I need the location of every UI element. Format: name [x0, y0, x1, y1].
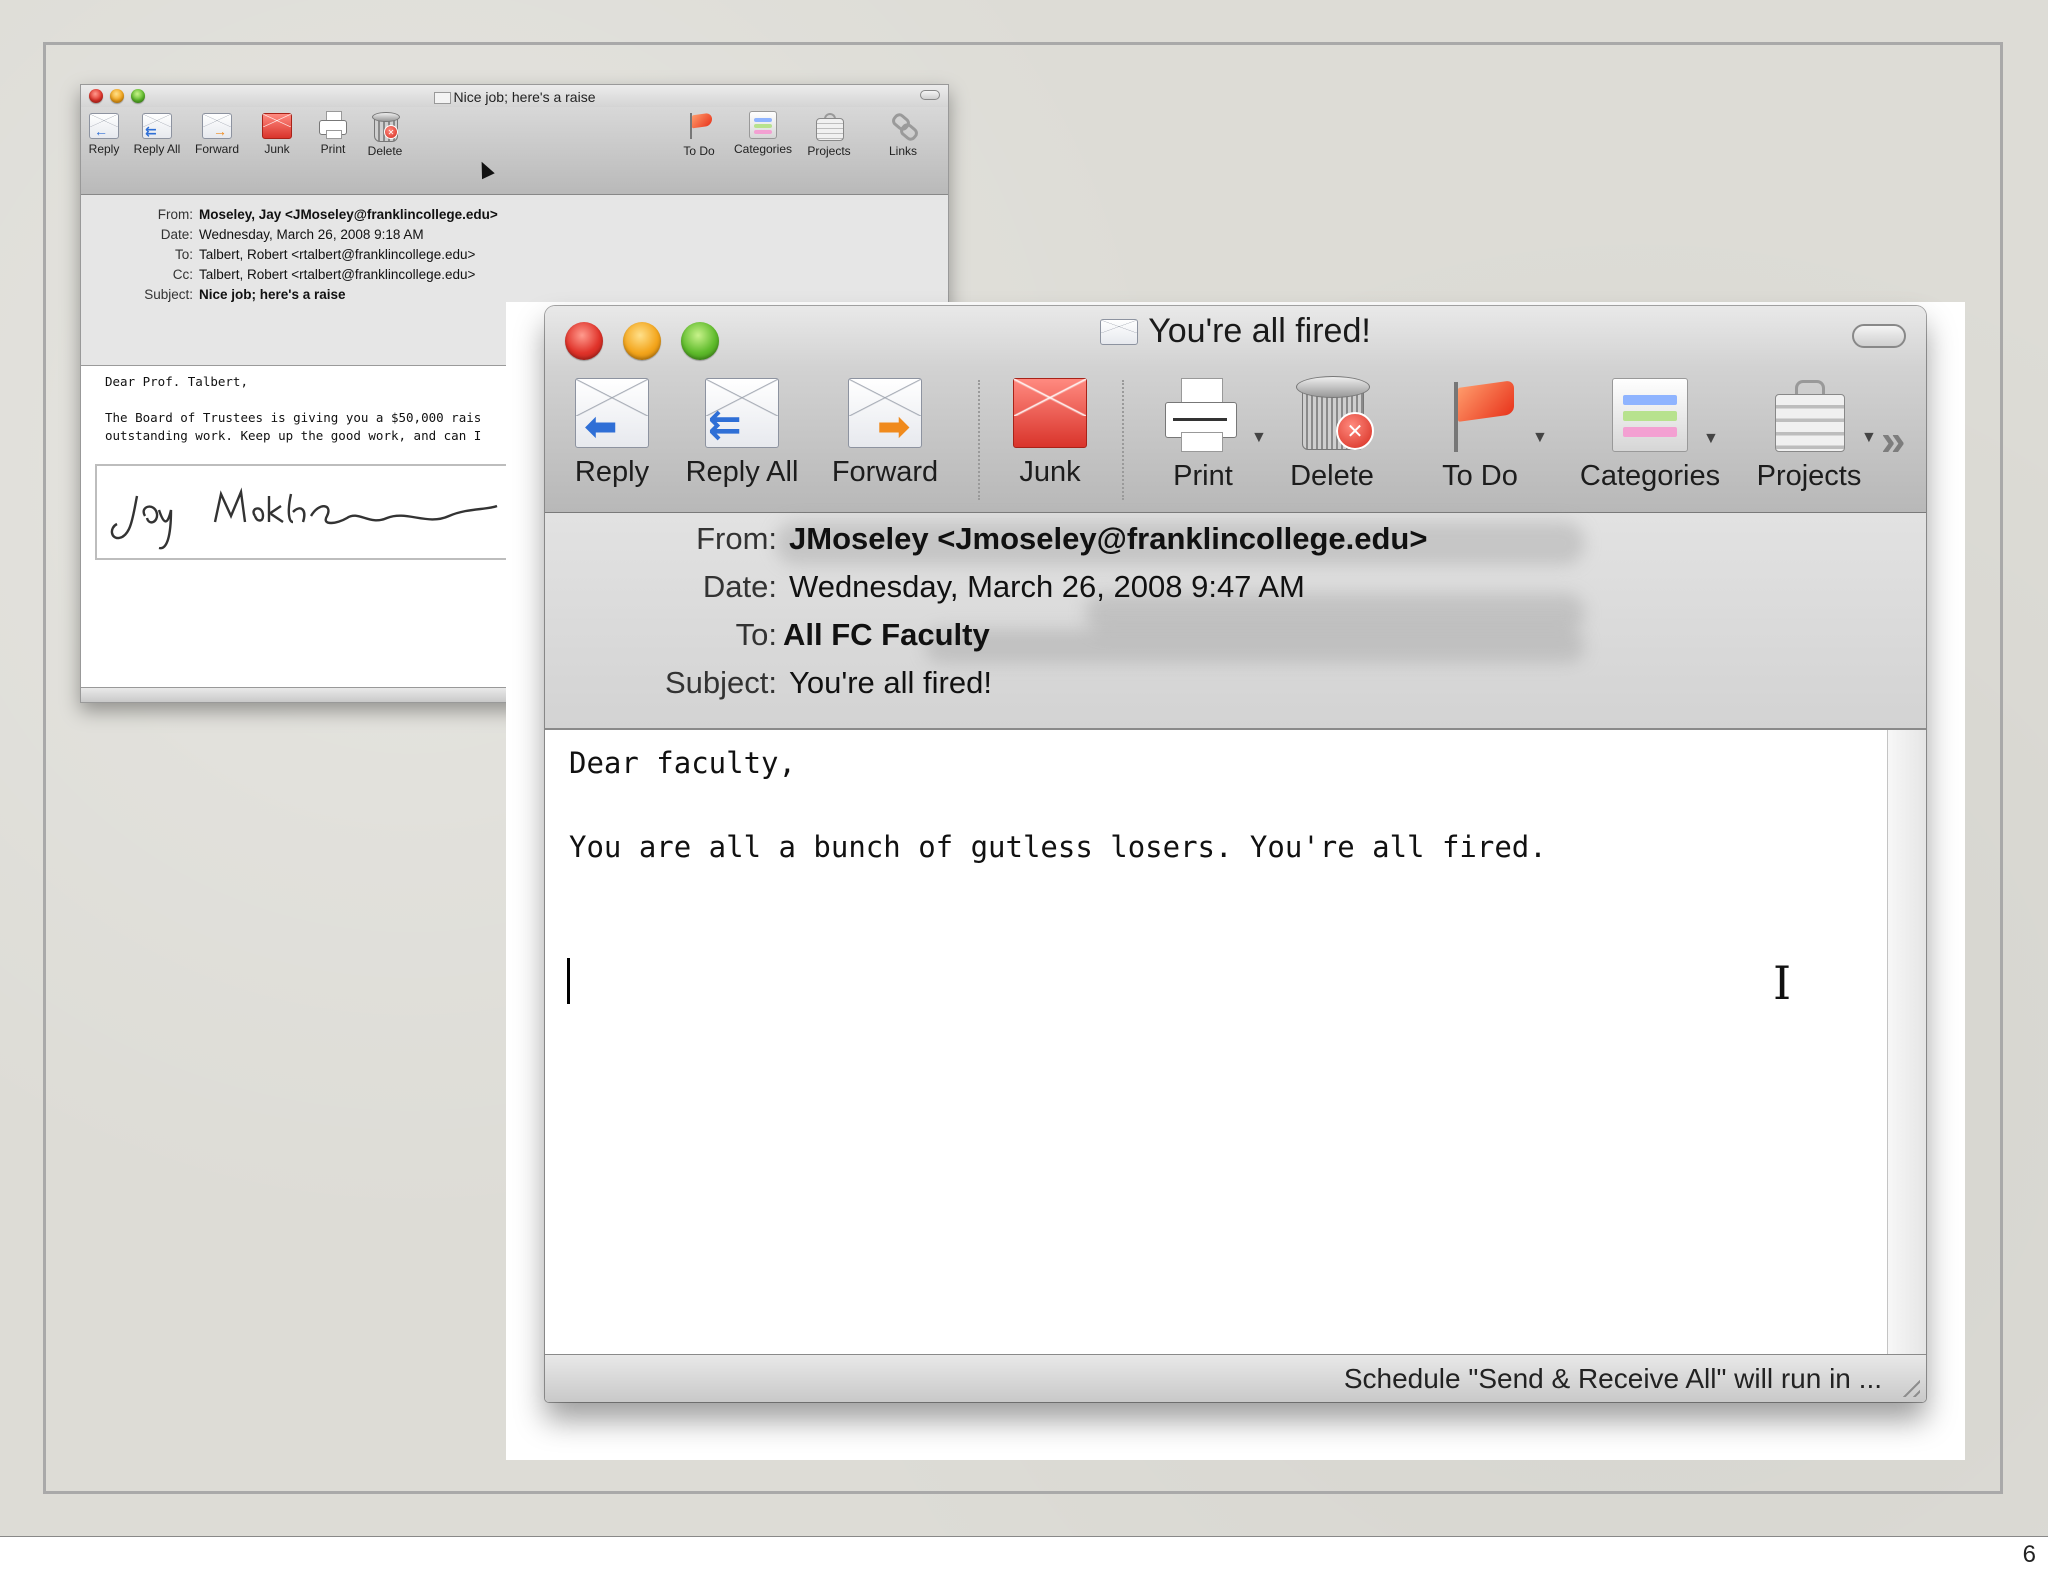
reply-all-icon: ⇇	[705, 378, 779, 448]
todo-flag-icon: ▼	[1440, 378, 1548, 452]
cc-row: Cc: Talbert, Robert <rtalbert@franklinco…	[172, 267, 476, 282]
from-address[interactable]: JMoseley <Jmoseley@franklincollege.edu>	[789, 521, 1427, 557]
window-title: Nice job; here's a raise	[81, 89, 948, 105]
print-button[interactable]: Print	[313, 111, 353, 156]
page-number: 6	[2022, 1541, 2036, 1568]
envelope-icon	[1100, 318, 1139, 345]
projects-icon	[814, 111, 844, 141]
toolbar-separator	[978, 380, 980, 500]
projects-button[interactable]: Projects	[801, 111, 857, 158]
delete-button[interactable]: ✕ Delete	[1277, 374, 1387, 493]
status-text: Schedule "Send & Receive All" will run i…	[1343, 1363, 1882, 1394]
to-address[interactable]: Talbert, Robert <rtalbert@franklincolleg…	[199, 247, 475, 262]
links-icon	[888, 110, 921, 144]
junk-icon	[262, 113, 292, 139]
window-title: You're all fired!	[545, 312, 1926, 351]
projects-icon: ▼	[1771, 378, 1877, 452]
toolbar-toggle-button[interactable]	[1852, 324, 1906, 348]
delete-icon: ✕	[370, 111, 400, 142]
date-row: Date: Wednesday, March 26, 2008 9:18 AM	[160, 227, 424, 242]
subject-row: Subject: You're all fired!	[664, 665, 992, 700]
reply-all-icon: ⇇	[142, 113, 172, 139]
delete-button[interactable]: ✕ Delete	[363, 111, 407, 158]
front-message-body[interactable]: Dear faculty, You are all a bunch of gut…	[545, 730, 1887, 1354]
reply-button[interactable]: ⬅ Reply	[567, 378, 657, 489]
back-toolbar: ← Reply ⇇ Reply All → Forward Junk Print…	[81, 107, 948, 195]
toolbar-separator	[1122, 380, 1124, 500]
junk-icon	[1013, 378, 1087, 448]
slide: Nice job; here's a raise ← Reply ⇇ Reply…	[0, 0, 2048, 1537]
to-row: To: All FC Faculty	[735, 617, 990, 653]
forward-icon: →	[202, 113, 232, 139]
forward-icon: ➡	[848, 378, 922, 448]
categories-icon: ▼	[1612, 378, 1719, 452]
vertical-scrollbar[interactable]	[1887, 730, 1926, 1354]
date-row: Date: Wednesday, March 26, 2008 9:47 AM	[702, 569, 1305, 604]
ibeam-cursor-icon: I	[1773, 956, 1792, 1010]
junk-button[interactable]: Junk	[1005, 378, 1095, 489]
todo-button[interactable]: To Do	[677, 111, 721, 158]
categories-icon	[749, 111, 777, 139]
from-row: From: JMoseley <Jmoseley@franklincollege…	[696, 521, 1428, 557]
categories-button[interactable]: Categories	[731, 111, 795, 156]
links-button[interactable]: Links	[883, 110, 923, 158]
forward-button[interactable]: ➡ Forward	[825, 378, 945, 489]
categories-button[interactable]: ▼ Categories	[1575, 378, 1725, 493]
print-icon	[319, 111, 347, 139]
todo-button[interactable]: ▼ To Do	[1425, 378, 1548, 493]
from-row: From: Moseley, Jay <JMoseley@franklincol…	[157, 207, 498, 222]
reply-all-button[interactable]: ⇇ Reply All	[677, 378, 807, 489]
cc-address[interactable]: Talbert, Robert <rtalbert@franklincolleg…	[199, 267, 475, 282]
to-address[interactable]: All FC Faculty	[783, 617, 990, 653]
front-message-headers: From: JMoseley <Jmoseley@franklincollege…	[545, 513, 1926, 730]
front-titlebar-toolbar[interactable]: You're all fired! ⬅ Reply ⇇ Reply All ➡ …	[545, 306, 1926, 513]
to-row: To: Talbert, Robert <rtalbert@franklinco…	[174, 247, 476, 262]
toolbar-overflow-chevron-icon[interactable]: »	[1881, 416, 1905, 466]
reply-all-button[interactable]: ⇇ Reply All	[129, 113, 185, 156]
delete-icon: ✕	[1292, 374, 1374, 452]
front-email-window[interactable]: You're all fired! ⬅ Reply ⇇ Reply All ➡ …	[545, 306, 1926, 1402]
todo-flag-icon	[684, 111, 714, 141]
reply-icon: ←	[89, 113, 119, 139]
reply-icon: ⬅	[575, 378, 649, 448]
projects-button[interactable]: ▼ Projects	[1749, 378, 1877, 493]
toolbar-toggle-button[interactable]	[920, 90, 940, 100]
mouse-pointer-icon	[475, 158, 495, 180]
front-statusbar: Schedule "Send & Receive All" will run i…	[545, 1354, 1926, 1402]
text-caret	[567, 958, 570, 1004]
reply-button[interactable]: ← Reply	[85, 113, 123, 156]
print-button[interactable]: ▼ Print	[1153, 378, 1267, 493]
forward-button[interactable]: → Forward	[191, 113, 243, 156]
back-titlebar[interactable]: Nice job; here's a raise	[81, 85, 948, 107]
resize-grip-icon[interactable]	[1898, 1375, 1920, 1397]
from-address[interactable]: Moseley, Jay <JMoseley@franklincollege.e…	[199, 207, 498, 222]
signature-image	[95, 464, 509, 560]
junk-button[interactable]: Junk	[257, 113, 297, 156]
print-icon: ▼	[1163, 378, 1267, 452]
envelope-icon	[433, 92, 451, 105]
